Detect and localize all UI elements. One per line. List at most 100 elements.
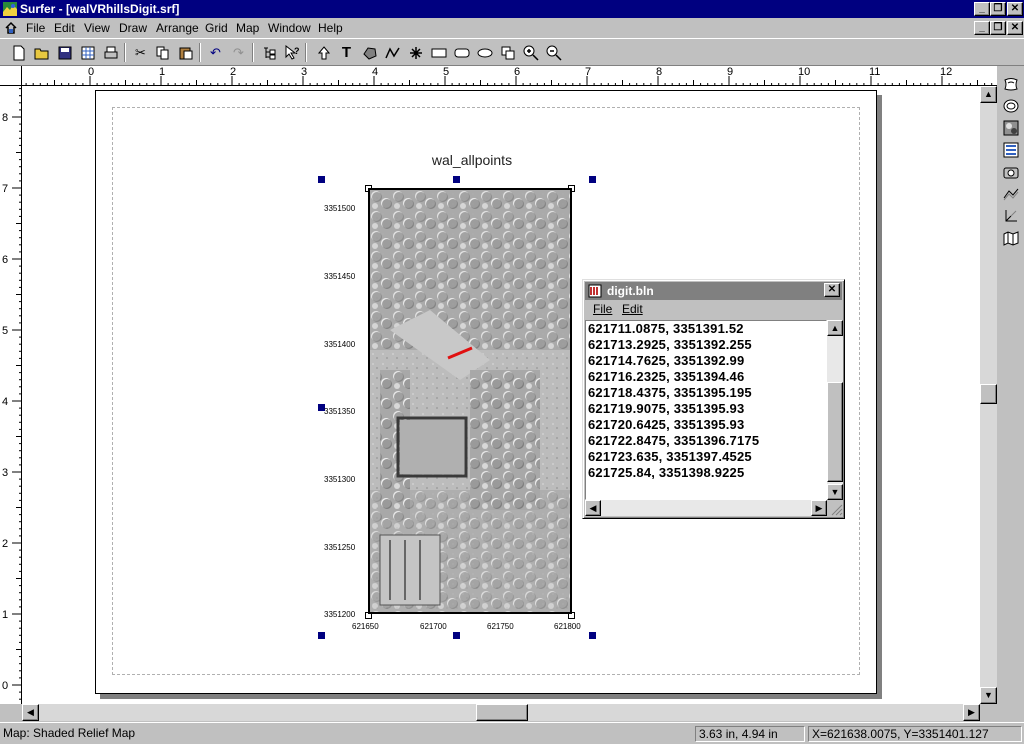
ruler-label: 8 xyxy=(2,112,8,124)
menu-draw[interactable]: Draw xyxy=(119,21,147,35)
vertical-ruler-ticks: 8 7 6 5 4 3 2 1 0 xyxy=(2,88,21,700)
coordinate-line: 621722.8475, 3351396.7175 xyxy=(588,433,760,448)
coordinate-line: 621711.0875, 3351391.52 xyxy=(588,321,744,336)
menu-window[interactable]: Window xyxy=(268,21,311,35)
selection-handle[interactable] xyxy=(589,632,596,639)
scroll-thumb[interactable] xyxy=(827,382,843,482)
post-map-icon[interactable] xyxy=(1000,162,1021,182)
ellipse-tool-icon[interactable] xyxy=(474,42,495,63)
select-arrow-icon[interactable] xyxy=(313,42,334,63)
contour-map-icon[interactable] xyxy=(1000,74,1021,94)
digit-vertical-scrollbar[interactable]: ▲ ▼ xyxy=(827,320,843,500)
status-bar: Map: Shaded Relief Map 3.63 in, 4.94 in … xyxy=(0,722,1024,744)
selection-handle[interactable] xyxy=(453,632,460,639)
menu-help[interactable]: Help xyxy=(318,21,343,35)
selection-handle[interactable] xyxy=(318,632,325,639)
status-size: 3.63 in, 4.94 in xyxy=(695,726,805,742)
coordinate-line: 621718.4375, 3351395.195 xyxy=(588,385,752,400)
canvas-horizontal-scrollbar[interactable]: ◀ ▶ xyxy=(22,704,980,721)
surfer-app-icon[interactable] xyxy=(2,1,18,17)
print-icon[interactable] xyxy=(100,42,121,63)
save-icon[interactable] xyxy=(54,42,75,63)
rounded-rectangle-tool-icon[interactable] xyxy=(451,42,472,63)
scroll-up-icon[interactable]: ▲ xyxy=(827,320,843,336)
selection-handle[interactable] xyxy=(589,176,596,183)
canvas-vertical-scrollbar[interactable]: ▲ ▼ xyxy=(980,86,997,704)
worksheet-icon[interactable] xyxy=(77,42,98,63)
new-document-icon[interactable] xyxy=(8,42,29,63)
restore-icon[interactable]: ❐ xyxy=(990,2,1006,16)
menu-bar: File Edit View Draw Arrange Grid Map Win… xyxy=(0,18,1024,38)
doc-restore-icon[interactable]: ❐ xyxy=(990,21,1006,35)
polygon-tool-icon[interactable] xyxy=(359,42,380,63)
help-pointer-icon[interactable]: ? xyxy=(281,42,302,63)
coordinate-line: 621723.635, 3351397.4525 xyxy=(588,449,752,464)
coordinate-line: 621714.7625, 3351392.99 xyxy=(588,353,745,368)
rectangle-tool-icon[interactable] xyxy=(428,42,449,63)
digit-window[interactable]: digit.bln ✕ File Edit 621711.0875, 33513… xyxy=(582,279,845,519)
digit-menu-edit[interactable]: Edit xyxy=(622,302,643,316)
map-title: wal_allpoints xyxy=(431,152,513,168)
copy-icon[interactable] xyxy=(152,42,173,63)
minimize-icon[interactable]: _ xyxy=(974,2,990,16)
digit-close-icon[interactable]: ✕ xyxy=(824,283,840,297)
selection-handle[interactable] xyxy=(453,176,460,183)
ruler-label: 8 xyxy=(656,66,662,78)
ruler-label: 2 xyxy=(2,538,8,550)
object-manager-icon[interactable] xyxy=(258,42,279,63)
window-title: Surfer - [walVRhillsDigit.srf] xyxy=(20,2,180,16)
digit-coordinate-list[interactable]: 621711.0875, 3351391.52 621713.2925, 335… xyxy=(585,320,827,500)
close-icon[interactable]: ✕ xyxy=(1007,2,1023,16)
redo-icon[interactable]: ↷ xyxy=(228,42,249,63)
ruler-label: 5 xyxy=(2,325,8,337)
selection-handle[interactable] xyxy=(318,176,325,183)
scroll-down-icon[interactable]: ▼ xyxy=(827,484,843,500)
menu-map[interactable]: Map xyxy=(236,21,259,35)
menu-view[interactable]: View xyxy=(84,21,110,35)
menu-grid[interactable]: Grid xyxy=(205,21,228,35)
shaded-relief-icon[interactable] xyxy=(1000,118,1021,138)
digit-horizontal-scrollbar[interactable]: ◀ ▶ xyxy=(585,500,827,516)
horizontal-ruler: 0 1 2 3 4 5 6 7 8 9 10 11 12 xyxy=(22,66,998,86)
scroll-left-icon[interactable]: ◀ xyxy=(585,500,601,516)
3d-wireframe-icon[interactable] xyxy=(1000,206,1021,226)
menu-edit[interactable]: Edit xyxy=(54,21,75,35)
x-tick-label: 621700 xyxy=(420,622,447,631)
scroll-thumb[interactable] xyxy=(980,384,997,404)
symbol-tool-icon[interactable] xyxy=(405,42,426,63)
scroll-up-icon[interactable]: ▲ xyxy=(980,86,997,103)
zoom-out-icon[interactable] xyxy=(543,42,564,63)
open-folder-icon[interactable] xyxy=(31,42,52,63)
ruler-label: 11 xyxy=(869,66,880,78)
menu-file[interactable]: File xyxy=(26,21,45,35)
scroll-right-icon[interactable]: ▶ xyxy=(963,704,980,721)
scroll-left-icon[interactable]: ◀ xyxy=(22,704,39,721)
menu-arrange[interactable]: Arrange xyxy=(156,21,199,35)
cut-icon[interactable]: ✂ xyxy=(130,42,151,63)
doc-minimize-icon[interactable]: _ xyxy=(974,21,990,35)
scroll-thumb[interactable] xyxy=(476,704,528,721)
shaded-relief-image[interactable] xyxy=(368,188,572,614)
3d-surface-icon[interactable] xyxy=(1000,184,1021,204)
polyline-tool-icon[interactable] xyxy=(382,42,403,63)
digit-menu-file[interactable]: File xyxy=(593,302,612,316)
undo-icon[interactable]: ↶ xyxy=(205,42,226,63)
text-tool-icon[interactable]: T xyxy=(336,42,357,63)
scroll-down-icon[interactable]: ▼ xyxy=(980,687,997,704)
ruler-label: 0 xyxy=(88,66,94,78)
status-coordinates: X=621638.0075, Y=3351401.127 xyxy=(808,726,1022,742)
image-map-icon[interactable] xyxy=(1000,96,1021,116)
resize-grip-icon[interactable] xyxy=(829,502,843,516)
digit-window-title-bar[interactable]: digit.bln ✕ xyxy=(585,282,842,300)
ruler-label: 10 xyxy=(798,66,810,78)
paste-icon[interactable] xyxy=(175,42,196,63)
document-icon[interactable] xyxy=(3,20,19,39)
vector-map-icon[interactable] xyxy=(1000,140,1021,160)
doc-close-icon[interactable]: ✕ xyxy=(1007,21,1023,35)
status-object: Map: Shaded Relief Map xyxy=(3,726,136,740)
scroll-right-icon[interactable]: ▶ xyxy=(811,500,827,516)
base-map-icon[interactable] xyxy=(1000,228,1021,248)
zoom-in-icon[interactable] xyxy=(520,42,541,63)
reshape-tool-icon[interactable] xyxy=(497,42,518,63)
ruler-corner xyxy=(0,66,22,86)
